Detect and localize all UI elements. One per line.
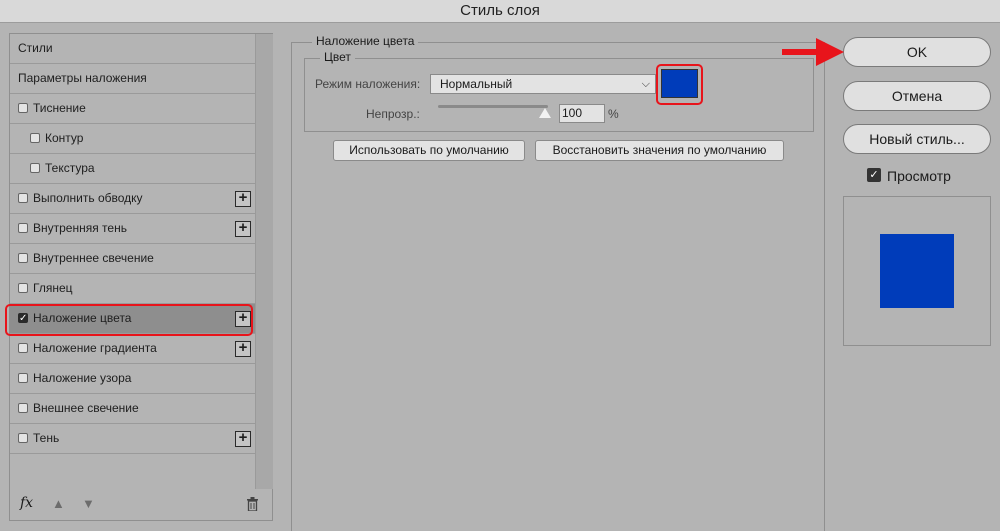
style-item[interactable]: Контур: [10, 124, 255, 154]
style-item[interactable]: Тень +: [10, 424, 255, 454]
style-checkbox[interactable]: [18, 433, 28, 443]
move-up-icon[interactable]: ▲: [52, 497, 66, 511]
style-checkbox[interactable]: [18, 373, 28, 383]
opacity-label: Непрозр.:: [366, 107, 420, 121]
cancel-button[interactable]: Отмена: [843, 81, 991, 111]
window-title: Стиль слоя: [0, 0, 1000, 23]
styles-footer: fx ▲ ▼: [10, 489, 272, 520]
style-item[interactable]: Параметры наложения: [10, 64, 255, 94]
style-item[interactable]: Внутренняя тень +: [10, 214, 255, 244]
style-item-label: Тень: [33, 431, 60, 445]
style-checkbox[interactable]: [18, 403, 28, 413]
make-default-button[interactable]: Использовать по умолчанию: [333, 140, 525, 161]
blend-mode-value: Нормальный: [440, 77, 513, 91]
style-item-label: Внутренняя тень: [33, 221, 127, 235]
fx-menu-button[interactable]: fx: [20, 495, 33, 511]
preview-checkbox[interactable]: ✓: [867, 168, 881, 182]
style-item[interactable]: Внутреннее свечение: [10, 244, 255, 274]
move-down-icon[interactable]: ▼: [82, 497, 96, 511]
opacity-slider-knob[interactable]: [539, 108, 551, 118]
red-arrow-annotation: [782, 38, 844, 66]
style-item-label: Тиснение: [33, 101, 86, 115]
style-item-label: Стили: [18, 41, 53, 55]
opacity-slider-track[interactable]: [438, 105, 548, 108]
color-group-title: Цвет: [320, 50, 355, 64]
style-item-label: Выполнить обводку: [33, 191, 143, 205]
style-item-label: Внешнее свечение: [33, 401, 139, 415]
ok-button[interactable]: OK: [843, 37, 991, 67]
blend-mode-select[interactable]: Нормальный ⌵: [430, 74, 656, 94]
trash-icon[interactable]: [246, 497, 259, 514]
style-checkbox[interactable]: [18, 343, 28, 353]
add-effect-icon[interactable]: +: [235, 340, 251, 357]
preview-label: Просмотр: [887, 168, 951, 184]
style-item-label: Глянец: [33, 281, 73, 295]
style-item[interactable]: Наложение градиента +: [10, 334, 255, 364]
blend-mode-label: Режим наложения:: [315, 77, 421, 91]
style-checkbox[interactable]: [30, 163, 40, 173]
style-item[interactable]: Текстура: [10, 154, 255, 184]
add-effect-icon[interactable]: +: [235, 220, 251, 237]
style-item[interactable]: Наложение узора: [10, 364, 255, 394]
highlight-color-swatch: [656, 64, 703, 105]
style-item-label: Контур: [45, 131, 84, 145]
style-item[interactable]: Глянец: [10, 274, 255, 304]
styles-panel: Стили Параметры наложения Тиснение Контур Те…: [9, 33, 273, 521]
style-item[interactable]: Тиснение: [10, 94, 255, 124]
styles-scrollbar[interactable]: [255, 34, 273, 489]
style-item[interactable]: Выполнить обводку +: [10, 184, 255, 214]
highlight-color-overlay-item: [5, 304, 253, 336]
style-item[interactable]: Стили: [10, 34, 255, 64]
new-style-button[interactable]: Новый стиль...: [843, 124, 991, 154]
add-effect-icon[interactable]: +: [235, 430, 251, 447]
style-checkbox[interactable]: [18, 103, 28, 113]
color-overlay-title: Наложение цвета: [312, 34, 419, 48]
chevron-down-icon: ⌵: [641, 78, 650, 90]
style-item-label: Текстура: [45, 161, 95, 175]
add-effect-icon[interactable]: +: [235, 190, 251, 207]
style-checkbox[interactable]: [18, 253, 28, 263]
style-item-label: Внутреннее свечение: [33, 251, 154, 265]
style-checkbox[interactable]: [18, 193, 28, 203]
style-item[interactable]: Внешнее свечение: [10, 394, 255, 424]
style-item-label: Наложение градиента: [33, 341, 157, 355]
style-item-label: Параметры наложения: [18, 71, 147, 85]
style-checkbox[interactable]: [18, 283, 28, 293]
style-checkbox[interactable]: [30, 133, 40, 143]
opacity-input[interactable]: 100: [559, 104, 605, 123]
reset-default-button[interactable]: Восстановить значения по умолчанию: [535, 140, 784, 161]
preview-thumbnail: [880, 234, 954, 308]
style-checkbox[interactable]: [18, 223, 28, 233]
opacity-unit: %: [608, 107, 619, 121]
style-item-label: Наложение узора: [33, 371, 132, 385]
